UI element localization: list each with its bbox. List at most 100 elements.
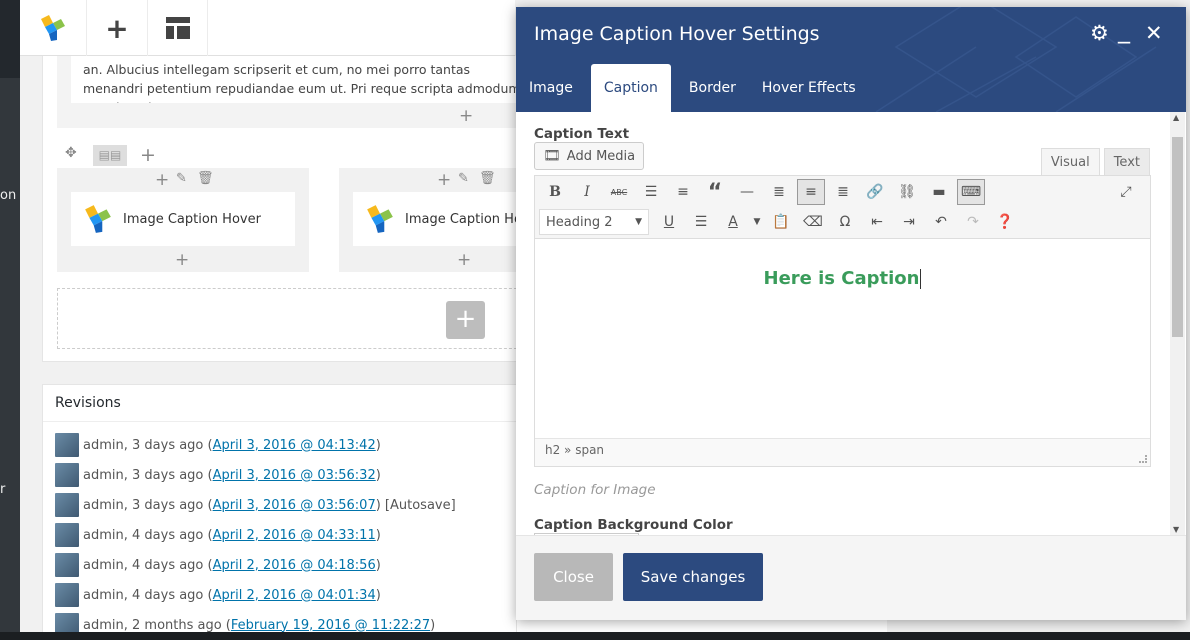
element-image-caption-hover[interactable]: Image Caption Hover [71,192,295,246]
align-left-icon[interactable]: ≣ [763,178,795,206]
add-element-icon[interactable]: + [155,170,169,190]
outdent-icon[interactable]: ⇤ [861,208,893,236]
revision-author: admin, 4 days ago ( [83,527,213,543]
admin-menu-fragment[interactable]: r [0,482,5,497]
caption-text-label: Caption Text [534,126,630,142]
move-row-icon[interactable]: ✥ [65,145,77,161]
add-row-area[interactable]: + [57,288,516,349]
revision-item: admin, 4 days ago (April 2, 2016 @ 04:01… [55,580,516,610]
revision-link[interactable]: April 2, 2016 @ 04:33:11 [213,528,376,543]
bold-icon[interactable]: B [539,178,571,206]
revisions-list: admin, 3 days ago (April 3, 2016 @ 04:13… [43,422,516,640]
text-block[interactable]: an. Albucius intellegam scripserit et cu… [71,56,516,103]
link-icon[interactable]: 🔗 [859,178,891,206]
edit-pencil-icon[interactable]: ✎ [458,171,469,186]
save-button[interactable]: Save changes [623,553,763,601]
scrollbar-thumb[interactable] [1172,137,1183,337]
add-element-icon[interactable]: + [457,252,471,269]
avatar [55,523,79,547]
layout-template-icon[interactable] [148,0,208,56]
column-layout-icon[interactable]: ▤▤ [93,145,127,166]
revision-author: admin, 2 months ago ( [83,617,231,633]
tab-hover-effects[interactable]: Hover Effects [749,64,869,112]
avatar [55,463,79,487]
column: + ✎ 🗑 Image Caption Ho + [339,168,516,272]
bullet-list-icon[interactable]: ☰ [635,178,667,206]
text-color-icon[interactable]: A [717,208,749,236]
read-more-icon[interactable]: ▬ [923,178,955,206]
avatar [55,433,79,457]
italic-icon[interactable]: I [571,178,603,206]
template-glyph [165,17,190,39]
revision-link[interactable]: April 2, 2016 @ 04:01:34 [213,588,376,603]
revisions-title: Revisions [43,385,516,422]
revision-suffix: ) [375,437,381,453]
align-right-icon[interactable]: ≣ [827,178,859,206]
tab-visual[interactable]: Visual [1040,148,1100,176]
editor-content[interactable]: Here is Caption [535,238,1150,438]
edit-pencil-icon[interactable]: ✎ [176,171,187,186]
modal-tabs: Image Caption Border Hover Effects [516,64,869,112]
builder-logo[interactable] [20,0,87,56]
clear-formatting-icon[interactable]: ⌫ [797,208,829,236]
close-icon[interactable]: ✕ [1145,20,1163,46]
underline-icon[interactable]: U [653,208,685,236]
revision-link[interactable]: April 3, 2016 @ 04:13:42 [213,438,376,453]
column: + ✎ 🗑 Image Caption Hover + [57,168,309,272]
paste-text-icon[interactable]: 📋 [765,208,797,236]
revision-link[interactable]: April 3, 2016 @ 03:56:32 [213,468,376,483]
resize-handle-icon[interactable] [1139,455,1147,463]
add-element-icon[interactable]: + [87,0,148,56]
add-element-icon[interactable]: + [175,252,189,269]
delete-trash-icon[interactable]: 🗑 [197,171,214,186]
add-element-icon[interactable]: + [437,170,451,190]
numbered-list-icon[interactable]: ≡ [667,178,699,206]
minimize-icon[interactable]: _ [1118,17,1130,43]
scroll-down-icon[interactable]: ▼ [1173,525,1179,534]
strikethrough-icon[interactable]: ABC [603,178,635,206]
chevron-down-icon[interactable]: ▼ [749,208,765,236]
close-button[interactable]: Close [534,553,613,601]
fullscreen-icon[interactable]: ⤢ [1110,178,1142,206]
builder-canvas: an. Albucius intellegam scripserit et cu… [42,56,517,362]
revision-link[interactable]: April 3, 2016 @ 03:56:07 [213,498,376,513]
avatar [55,583,79,607]
revision-link[interactable]: April 2, 2016 @ 04:18:56 [213,558,376,573]
element-path: h2 » span [545,443,605,457]
toolbar-toggle-icon[interactable]: ⌨ [957,179,985,205]
modal-scrollbar[interactable]: ▲ ▼ [1170,112,1185,535]
add-row-button[interactable]: + [446,301,485,339]
unlink-icon[interactable]: ⛓ [891,178,923,206]
justify-icon[interactable]: ☰ [685,208,717,236]
align-center-icon[interactable]: ≡ [797,179,825,205]
page-builder-toolbar: + [20,0,515,56]
revision-author: admin, 4 days ago ( [83,557,213,573]
undo-icon[interactable]: ↶ [925,208,957,236]
revision-author: admin, 4 days ago ( [83,587,213,603]
special-character-icon[interactable]: Ω [829,208,861,236]
modal-title: Image Caption Hover Settings [534,23,820,45]
tab-text[interactable]: Text [1103,148,1150,176]
delete-trash-icon[interactable]: 🗑 [479,171,496,186]
tab-border[interactable]: Border [676,64,749,112]
indent-icon[interactable]: ⇥ [893,208,925,236]
add-media-button[interactable]: 🎞 Add Media [534,142,645,170]
settings-modal: Image Caption Hover Settings ⚙ _ ✕ Image… [516,7,1186,620]
redo-icon[interactable]: ↷ [957,208,989,236]
revision-suffix: ) [430,617,436,633]
scroll-up-icon[interactable]: ▲ [1173,113,1179,122]
gear-icon[interactable]: ⚙ [1090,20,1109,46]
add-in-row-icon[interactable]: + [459,108,473,125]
tab-caption[interactable]: Caption [590,64,671,112]
horizontal-line-icon[interactable]: — [731,178,763,206]
admin-menu-fragment[interactable]: on [0,188,16,203]
tab-image[interactable]: Image [516,64,586,112]
revision-link[interactable]: February 19, 2016 @ 11:22:27 [231,618,430,633]
help-icon[interactable]: ❓ [989,208,1021,236]
format-select-value: Heading 2 [546,214,613,230]
format-select[interactable]: Heading 2 ▼ [539,209,649,235]
add-column-icon[interactable]: + [140,146,156,165]
element-image-caption-hover[interactable]: Image Caption Ho [353,192,516,246]
revision-suffix: ) [375,557,381,573]
blockquote-icon[interactable]: “ [699,178,731,206]
